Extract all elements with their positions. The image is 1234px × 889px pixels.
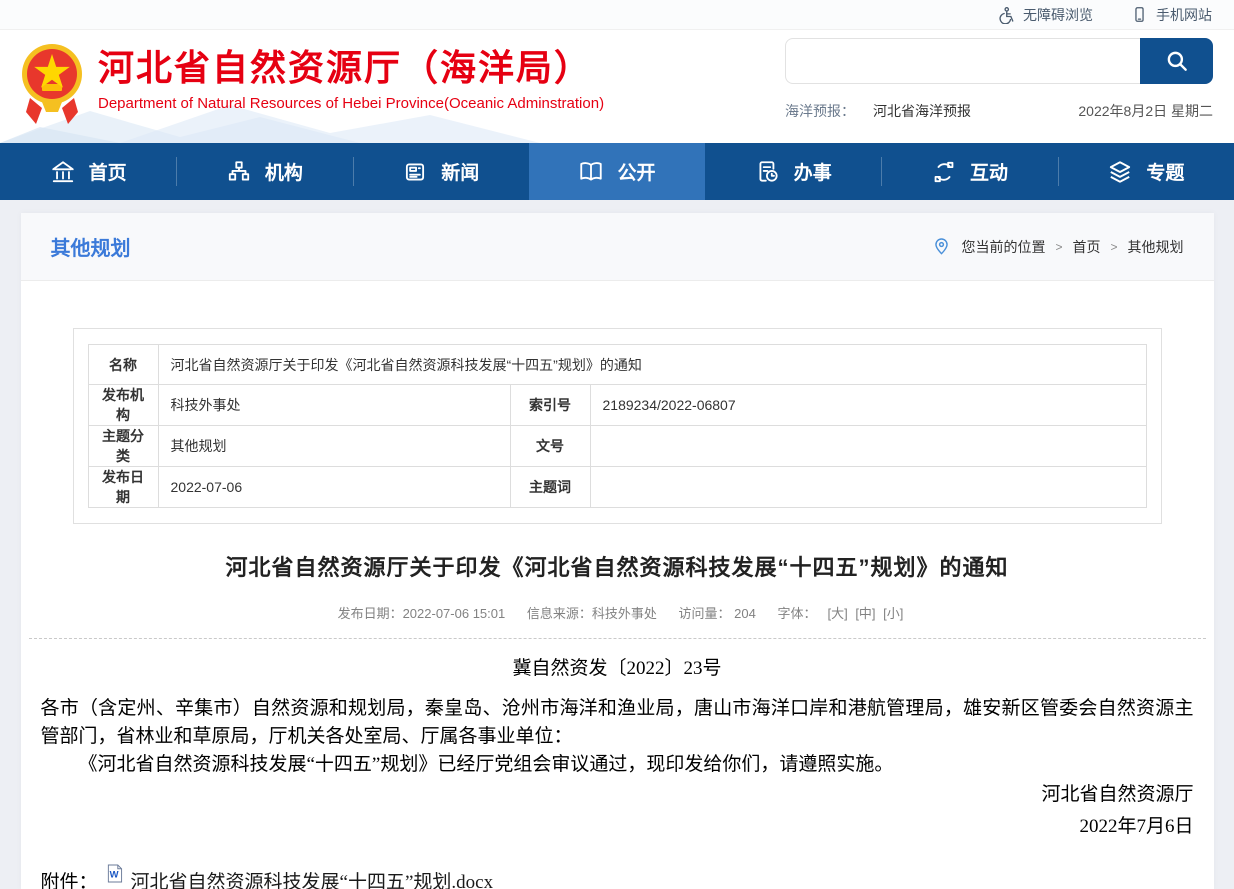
location-pin-icon bbox=[932, 237, 951, 256]
font-small-button[interactable]: [小] bbox=[883, 606, 903, 621]
font-medium-button[interactable]: [中] bbox=[855, 606, 875, 621]
table-row: 发布日期 2022-07-06 主题词 bbox=[88, 467, 1146, 508]
accessibility-label: 无障碍浏览 bbox=[1023, 5, 1093, 25]
info-label-agency: 发布机构 bbox=[88, 385, 158, 426]
search-input[interactable] bbox=[785, 38, 1140, 84]
breadcrumb-link-home[interactable]: 首页 bbox=[1072, 237, 1100, 257]
table-row: 发布机构 科技外事处 索引号 2189234/2022-06807 bbox=[88, 385, 1146, 426]
nav-item-label: 首页 bbox=[89, 158, 127, 185]
breadcrumb-bar: 其他规划 您当前的位置 > 首页 > 其他规划 bbox=[21, 213, 1214, 281]
visit-count: 访问量： 204 bbox=[679, 606, 756, 621]
content-card: 其他规划 您当前的位置 > 首页 > 其他规划 名称 河北省自然资源厅关于印发《… bbox=[21, 213, 1214, 889]
info-value-keywords bbox=[590, 467, 1146, 508]
nav-item-label: 机构 bbox=[265, 158, 303, 185]
article-meta: 发布日期：2022-07-06 15:01 信息来源：科技外事处 访问量： 20… bbox=[21, 603, 1214, 622]
document-info-table: 名称 河北省自然资源厅关于印发《河北省自然资源科技发展“十四五”规划》的通知 发… bbox=[88, 344, 1147, 508]
info-label-docno: 文号 bbox=[510, 426, 590, 467]
info-value-name: 河北省自然资源厅关于印发《河北省自然资源科技发展“十四五”规划》的通知 bbox=[158, 345, 1146, 385]
svg-text:W: W bbox=[109, 870, 118, 881]
info-value-category: 其他规划 bbox=[158, 426, 510, 467]
nav-item-label: 新闻 bbox=[441, 158, 479, 185]
layers-icon bbox=[1107, 159, 1133, 185]
home-icon bbox=[50, 159, 76, 185]
font-size-label: 字体： bbox=[777, 606, 816, 621]
nav-item-label: 办事 bbox=[794, 158, 832, 185]
attachment-row: 附件： W 河北省自然资源科技发展“十四五”规划.docx bbox=[41, 869, 1194, 889]
national-emblem-logo bbox=[20, 42, 84, 126]
breadcrumb-separator: > bbox=[1055, 240, 1062, 254]
breadcrumb-separator: > bbox=[1110, 240, 1117, 254]
main-nav: 首页 机构 新闻 公开 bbox=[0, 143, 1234, 200]
info-value-docno bbox=[590, 426, 1146, 467]
search-icon bbox=[1164, 48, 1190, 74]
site-header: 河北省自然资源厅（海洋局） Department of Natural Reso… bbox=[0, 30, 1234, 143]
top-utility-bar: 无障碍浏览 手机网站 bbox=[0, 0, 1234, 30]
current-date: 2022年8月2日 星期二 bbox=[1078, 101, 1213, 121]
publish-date: 发布日期：2022-07-06 15:01 bbox=[338, 606, 506, 621]
table-row: 主题分类 其他规划 文号 bbox=[88, 426, 1146, 467]
document-paragraph: 各市（含定州、辛集市）自然资源和规划局，秦皇岛、沧州市海洋和渔业局，唐山市海洋口… bbox=[41, 695, 1194, 751]
search-button[interactable] bbox=[1140, 38, 1213, 84]
breadcrumb-link-current[interactable]: 其他规划 bbox=[1128, 237, 1184, 257]
forecast-label: 海洋预报： bbox=[785, 101, 855, 121]
info-value-index: 2189234/2022-06807 bbox=[590, 385, 1146, 426]
page-title: 其他规划 bbox=[51, 232, 131, 261]
article-title: 河北省自然资源厅关于印发《河北省自然资源科技发展“十四五”规划》的通知 bbox=[21, 550, 1214, 582]
nav-item-public[interactable]: 公开 bbox=[529, 143, 705, 200]
doc-clock-icon bbox=[755, 159, 781, 185]
divider bbox=[29, 638, 1206, 639]
site-subtitle: Department of Natural Resources of Hebei… bbox=[98, 95, 604, 112]
font-large-button[interactable]: [大] bbox=[827, 606, 847, 621]
document-body: 冀自然资发〔2022〕23号 各市（含定州、辛集市）自然资源和规划局，秦皇岛、沧… bbox=[21, 655, 1214, 889]
nav-item-label: 专题 bbox=[1146, 158, 1184, 185]
nav-item-label: 互动 bbox=[970, 158, 1008, 185]
info-label-date: 发布日期 bbox=[88, 467, 158, 508]
nav-item-org[interactable]: 机构 bbox=[176, 143, 352, 200]
mobile-site-label: 手机网站 bbox=[1156, 5, 1212, 25]
mobile-site-link[interactable]: 手机网站 bbox=[1131, 5, 1212, 25]
info-source: 信息来源：科技外事处 bbox=[527, 606, 657, 621]
info-value-date: 2022-07-06 bbox=[158, 467, 510, 508]
cycle-icon bbox=[931, 159, 957, 185]
site-brand[interactable]: 河北省自然资源厅（海洋局） Department of Natural Reso… bbox=[20, 42, 604, 126]
document-sign-date: 2022年7月6日 bbox=[41, 813, 1194, 841]
info-label-index: 索引号 bbox=[510, 385, 590, 426]
phone-icon bbox=[1131, 6, 1148, 23]
info-label-name: 名称 bbox=[88, 345, 158, 385]
forecast-link[interactable]: 河北省海洋预报 bbox=[873, 101, 971, 121]
nav-item-services[interactable]: 办事 bbox=[705, 143, 881, 200]
accessibility-icon bbox=[997, 6, 1015, 24]
breadcrumb: 您当前的位置 > 首页 > 其他规划 bbox=[932, 237, 1183, 257]
book-icon bbox=[578, 159, 604, 185]
info-value-agency: 科技外事处 bbox=[158, 385, 510, 426]
nav-item-home[interactable]: 首页 bbox=[0, 143, 176, 200]
nav-item-label: 公开 bbox=[617, 158, 655, 185]
news-icon bbox=[402, 159, 428, 185]
info-label-keywords: 主题词 bbox=[510, 467, 590, 508]
accessibility-link[interactable]: 无障碍浏览 bbox=[997, 5, 1093, 25]
nav-item-news[interactable]: 新闻 bbox=[353, 143, 529, 200]
breadcrumb-location-label: 您当前的位置 bbox=[961, 237, 1045, 257]
info-label-category: 主题分类 bbox=[88, 426, 158, 467]
attachment-label: 附件： bbox=[41, 869, 98, 889]
document-info-box: 名称 河北省自然资源厅关于印发《河北省自然资源科技发展“十四五”规划》的通知 发… bbox=[73, 328, 1162, 524]
nav-item-interaction[interactable]: 互动 bbox=[881, 143, 1057, 200]
document-paragraph: 《河北省自然资源科技发展“十四五”规划》已经厅党组会审议通过，现印发给你们，请遵… bbox=[41, 751, 1194, 779]
site-title: 河北省自然资源厅（海洋局） bbox=[98, 46, 604, 90]
search-area: 海洋预报： 河北省海洋预报 2022年8月2日 星期二 bbox=[785, 38, 1213, 121]
word-doc-icon: W bbox=[106, 864, 123, 883]
attachment-link[interactable]: 河北省自然资源科技发展“十四五”规划.docx bbox=[131, 869, 494, 889]
org-icon bbox=[226, 159, 252, 185]
document-signature: 河北省自然资源厅 bbox=[41, 781, 1194, 809]
document-number: 冀自然资发〔2022〕23号 bbox=[41, 655, 1194, 683]
nav-item-topics[interactable]: 专题 bbox=[1058, 143, 1234, 200]
table-row: 名称 河北省自然资源厅关于印发《河北省自然资源科技发展“十四五”规划》的通知 bbox=[88, 345, 1146, 385]
